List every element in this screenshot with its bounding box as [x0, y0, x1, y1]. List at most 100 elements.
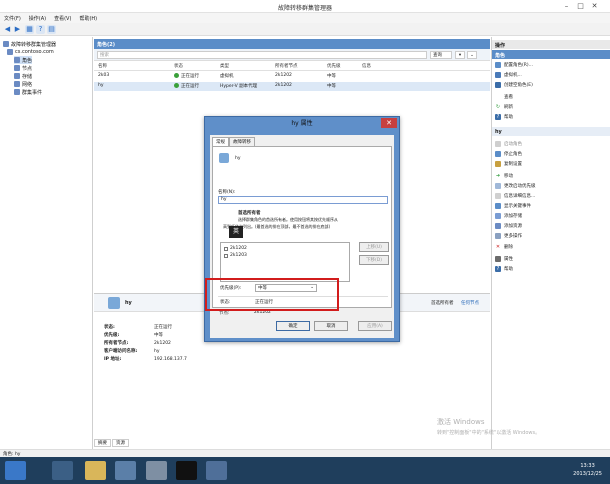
cluster-manager-taskbar-icon[interactable]	[146, 461, 167, 480]
query-button[interactable]: 查询	[430, 51, 452, 59]
any-node-link[interactable]: 任何节点	[461, 300, 479, 306]
action-view[interactable]: 查看	[495, 93, 513, 101]
tree-item-roles[interactable]: 角色	[14, 56, 33, 64]
apply-button[interactable]: 应用(A)	[358, 321, 392, 331]
networks-icon	[14, 81, 20, 87]
tab-resources[interactable]: 资源	[112, 439, 129, 447]
actions-header: 操作	[492, 40, 610, 49]
action-stop-role[interactable]: 停止角色	[495, 150, 522, 158]
dialog-role-name: hy	[235, 156, 241, 161]
view-icon	[495, 94, 501, 100]
help-icon[interactable]: ?	[36, 25, 45, 34]
tab-summary[interactable]: 摘要	[94, 439, 111, 447]
role-owner: 2k1202	[275, 73, 292, 78]
action-add-storage[interactable]: 添加存储	[495, 212, 522, 220]
menu-action[interactable]: 操作(A)	[25, 13, 50, 22]
action-create-empty-role[interactable]: 创建空角色(E)	[495, 81, 533, 89]
tab-failover[interactable]: 故障转移	[229, 137, 255, 146]
move-down-button[interactable]: 下移(D)	[359, 255, 389, 265]
folder-taskbar-icon[interactable]	[85, 461, 106, 480]
col-info[interactable]: 信息	[362, 63, 371, 69]
clock[interactable]: 13:33 2013/12/25	[573, 462, 602, 478]
dialog-close-button[interactable]: ✕	[381, 118, 397, 128]
action-refresh[interactable]: ↻ 刷新	[495, 103, 513, 111]
ime-indicator[interactable]: 英	[229, 226, 243, 238]
powershell-taskbar-icon[interactable]	[176, 461, 197, 480]
server-manager-taskbar-icon[interactable]	[115, 461, 136, 480]
menu-help[interactable]: 帮助(H)	[75, 13, 101, 22]
tree-item-storage[interactable]: 存储	[14, 72, 32, 80]
hyperv-taskbar-icon[interactable]	[206, 461, 227, 480]
cluster-manager-icon	[3, 41, 9, 47]
action-configure-role[interactable]: 配置角色(R)...	[495, 61, 533, 69]
toolbar: ◀ ▶ ▦ ? ▤	[0, 23, 610, 36]
action-add-resource[interactable]: 添加资源	[495, 222, 522, 230]
action-properties[interactable]: 属性	[495, 255, 513, 263]
prop-owner: 所有者节点: 2k1202	[104, 341, 171, 346]
actions-group-roles[interactable]: 角色	[492, 50, 610, 59]
role-type: 虚拟机	[220, 74, 234, 79]
configure-icon	[495, 62, 501, 68]
actions-group-hy[interactable]: hy	[492, 127, 610, 136]
cluster-icon	[7, 49, 13, 55]
activation-watermark-detail: 转到"控制面板"中的"系统"以激活 Windows。	[437, 430, 541, 436]
cancel-button[interactable]: 取消	[314, 321, 348, 331]
ok-button[interactable]: 确定	[276, 321, 310, 331]
back-arrow-icon[interactable]: ◀	[3, 25, 12, 34]
menu-file[interactable]: 文件(F)	[0, 13, 25, 22]
tree-cluster[interactable]: cs.contoso.com	[7, 48, 54, 56]
tree-item-networks[interactable]: 网络	[14, 80, 32, 88]
move-up-button[interactable]: 上移(U)	[359, 242, 389, 252]
checkbox-icon[interactable]	[224, 246, 228, 251]
explorer-taskbar-icon[interactable]	[52, 461, 73, 480]
status-bar: 角色: hy	[0, 449, 610, 457]
action-start-role[interactable]: 启动角色	[495, 140, 522, 148]
title-bar: 故障转移群集管理器 – □ ✕	[0, 0, 610, 13]
role-name: hy	[98, 83, 104, 88]
search-input[interactable]: 搜索	[97, 51, 427, 59]
checkbox-icon[interactable]	[224, 253, 228, 258]
forward-arrow-icon[interactable]: ▶	[13, 25, 22, 34]
action-move[interactable]: ➜ 移动	[495, 172, 513, 180]
preferred-owners-list[interactable]: 2k1202 2k1203	[220, 242, 350, 282]
vm-icon	[495, 72, 501, 78]
col-name[interactable]: 名称	[98, 63, 107, 69]
owner-checkbox[interactable]: 2k1203	[224, 253, 247, 258]
action-info-details[interactable]: 信息详细信息...	[495, 192, 535, 200]
taskbar: 13:33 2013/12/25	[0, 457, 610, 484]
tree-root[interactable]: 故障转移群集管理器	[3, 40, 56, 48]
col-owner[interactable]: 所有者节点	[275, 63, 298, 69]
tree-item-cluster-events[interactable]: 群集事件	[14, 88, 42, 96]
menu-view[interactable]: 查看(V)	[50, 13, 75, 22]
owner-checkbox[interactable]: 2k1202	[224, 246, 247, 251]
tree-item-nodes[interactable]: 节点	[14, 64, 32, 72]
expand-icon[interactable]: ⌄	[467, 51, 477, 59]
action-change-startup-priority[interactable]: 更改启动优先级	[495, 182, 536, 190]
tab-general[interactable]: 常规	[212, 137, 229, 146]
start-button-icon[interactable]	[5, 461, 26, 480]
save-query-icon[interactable]: ▾	[455, 51, 465, 59]
table-row[interactable]: hy 正在运行 Hyper-V 副本代理 2k1202 中等	[94, 82, 490, 91]
close-button[interactable]: ✕	[588, 1, 601, 11]
action-help[interactable]: ? 帮助	[495, 113, 513, 121]
action-remove[interactable]: ✕ 删除	[495, 243, 513, 251]
name-field[interactable]: hy	[218, 196, 388, 204]
action-virtual-machines[interactable]: 虚拟机...	[495, 71, 522, 79]
role-icon	[108, 297, 120, 309]
col-type[interactable]: 类型	[220, 63, 229, 69]
role-status: 正在运行	[174, 73, 199, 79]
minimize-button[interactable]: –	[560, 1, 573, 11]
col-priority[interactable]: 优先级	[327, 63, 341, 69]
action-help-2[interactable]: ? 帮助	[495, 265, 513, 273]
help-icon: ?	[495, 114, 501, 120]
console-tree-icon[interactable]: ▦	[25, 25, 34, 34]
action-pane-icon[interactable]: ▤	[47, 25, 56, 34]
action-show-critical-events[interactable]: 显示关键事件	[495, 202, 531, 210]
column-header: 名称 状态 类型 所有者节点 优先级 信息	[94, 62, 490, 71]
preferred-owners-desc-1: 选择群集角色的首选所有者。使用按钮将其按优先顺序从	[238, 217, 338, 222]
action-more-actions[interactable]: 更多操作	[495, 232, 522, 240]
table-row[interactable]: 2k03 正在运行 虚拟机 2k1202 中等	[94, 72, 490, 81]
col-status[interactable]: 状态	[174, 63, 183, 69]
action-replication-settings[interactable]: 复制设置	[495, 160, 522, 168]
maximize-button[interactable]: □	[574, 1, 587, 11]
